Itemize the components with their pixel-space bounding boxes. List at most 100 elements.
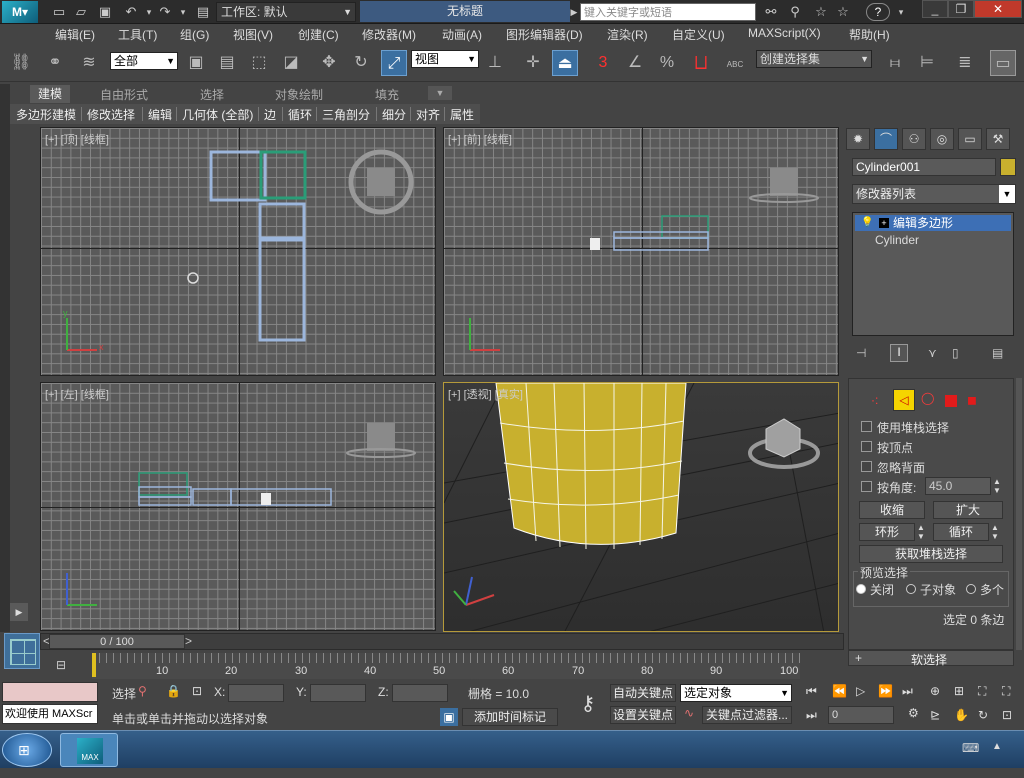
menu-rendering[interactable]: 渲染(R) — [607, 26, 648, 43]
tab-motion[interactable]: ◎ — [930, 128, 954, 150]
close-button[interactable]: ✕ — [974, 0, 1022, 18]
spinner-snap-icon[interactable]: ⨆ — [688, 50, 714, 76]
align-icon[interactable]: ⊨ — [914, 50, 940, 76]
loop-spinner-icon[interactable]: ▲ ▼ — [991, 523, 1003, 541]
soft-selection-rollout[interactable]: + 软选择 — [848, 650, 1014, 667]
play-icon[interactable]: ▷ — [856, 684, 865, 698]
ribbon-poly-modeling[interactable]: 多边形建模 — [16, 106, 76, 123]
auto-key-button[interactable]: 自动关键点 — [610, 684, 676, 702]
tab-object-paint[interactable]: 对象绘制 — [275, 86, 323, 103]
ribbon-geometry-all[interactable]: 几何体 (全部) — [182, 106, 253, 123]
ribbon-subdivision[interactable]: 细分 — [382, 106, 406, 123]
tab-modeling[interactable]: 建模 — [30, 85, 71, 103]
edge-mode-icon[interactable]: ◁ — [893, 389, 915, 411]
named-selection-set-dropdown[interactable]: 创建选择集 ▼ — [756, 50, 872, 68]
taskbar-3dsmax[interactable]: MAX — [60, 733, 118, 767]
menu-graph-editors[interactable]: 图形编辑器(D) — [506, 26, 583, 43]
preview-subobj-radio[interactable] — [906, 584, 916, 594]
lightbulb-icon[interactable]: 💡 — [861, 215, 873, 231]
undo-icon[interactable]: ↶ — [122, 3, 140, 21]
modifier-list-dropdown[interactable]: 修改器列表 ▼ — [852, 184, 1016, 204]
selection-filter-dropdown[interactable]: 全部 ▼ — [110, 52, 178, 70]
grow-button[interactable]: 扩大 — [933, 501, 1003, 519]
menu-maxscript[interactable]: MAXScript(X) — [748, 26, 821, 40]
tab-populate[interactable]: 填充 — [375, 86, 399, 103]
key-filters-icon[interactable]: ∿ — [684, 706, 694, 720]
project-folder-icon[interactable]: ▤ — [194, 3, 212, 21]
new-file-icon[interactable]: ▭ — [50, 3, 68, 21]
menu-help[interactable]: 帮助(H) — [849, 26, 890, 43]
border-mode-icon[interactable]: ◯ — [921, 391, 934, 405]
show-end-result-icon[interactable]: I — [890, 344, 908, 362]
viewport-left[interactable]: [+] [左] [线框] — [40, 382, 436, 631]
viewcube-face[interactable] — [367, 423, 395, 451]
zoom-extents-icon[interactable]: ⛶ — [978, 684, 986, 699]
viewport-perspective[interactable]: [+] [透视] [真实] — [443, 382, 839, 632]
snaps-toggle-icon[interactable]: 3 — [590, 50, 616, 76]
make-unique-icon[interactable]: ⋎ — [928, 346, 937, 360]
edit-named-selection-icon[interactable]: ABC — [722, 50, 748, 76]
set-key-button[interactable]: 设置关键点 — [610, 706, 676, 724]
spinner-arrows-icon[interactable]: ▲ ▼ — [993, 477, 1003, 495]
current-frame-field[interactable]: 0 — [828, 706, 894, 724]
rect-selection-icon[interactable]: ⬚ — [246, 50, 272, 76]
unlink-icon[interactable]: ⚭ — [42, 50, 68, 76]
key-mode-toggle-icon[interactable]: ⏭ — [806, 708, 817, 723]
tab-display[interactable]: ▭ — [958, 128, 982, 150]
pivot-center-icon[interactable]: ⊥ — [482, 50, 508, 76]
tab-create[interactable]: ✹ — [846, 128, 870, 150]
orbit-icon[interactable]: ↻ — [978, 708, 988, 722]
select-manipulate-icon[interactable]: ✛ — [520, 50, 546, 76]
prev-frame-icon[interactable]: ⏪ — [832, 684, 847, 698]
help-button[interactable]: ? — [866, 3, 890, 21]
time-slider[interactable]: < 0 / 100 > — [40, 633, 844, 650]
get-stack-selection-button[interactable]: 获取堆栈选择 — [859, 545, 1003, 563]
x-coordinate-field[interactable] — [228, 684, 284, 702]
zoom-icon[interactable]: ⊕ — [930, 684, 940, 698]
angle-snap-icon[interactable]: ∠ — [622, 50, 648, 76]
viewport-top[interactable]: [+] [顶] [线框] x y — [40, 127, 436, 376]
key-icon[interactable]: ⚲ — [786, 3, 804, 21]
tab-modify[interactable]: ⌒ — [874, 128, 898, 150]
by-angle-checkbox[interactable] — [861, 481, 872, 492]
open-file-icon[interactable]: ▱ — [72, 3, 90, 21]
menu-views[interactable]: 视图(V) — [233, 26, 273, 43]
loop-button[interactable]: 循环 — [933, 523, 989, 541]
lock-selection-icon[interactable]: 🔒 — [166, 684, 181, 698]
time-tag-icon[interactable]: ▣ — [440, 708, 458, 726]
window-crossing-icon[interactable]: ◪ — [278, 50, 304, 76]
absolute-mode-icon[interactable]: ⊡ — [192, 684, 202, 698]
tab-utilities[interactable]: ⚒ — [986, 128, 1010, 150]
cylinder-body[interactable] — [495, 383, 687, 545]
remove-modifier-icon[interactable]: ▯ — [952, 346, 959, 360]
ring-button[interactable]: 环形 — [859, 523, 915, 541]
menu-create[interactable]: 创建(C) — [298, 26, 339, 43]
viewcube-face[interactable] — [770, 168, 798, 196]
viewport-front[interactable]: [+] [前] [线框] — [443, 127, 839, 376]
help-dropdown-icon[interactable]: ▾ — [892, 3, 910, 21]
key-mode-icon[interactable]: ⚷ — [568, 684, 608, 724]
preview-off-radio[interactable] — [856, 584, 866, 594]
menu-edit[interactable]: 编辑(E) — [55, 26, 95, 43]
time-configuration-icon[interactable]: ⚙ — [908, 706, 919, 720]
tray-expand-icon[interactable]: ▲ — [992, 741, 1002, 752]
binoculars-icon[interactable]: ⚯ — [762, 3, 780, 21]
pan-icon[interactable]: ✋ — [954, 708, 969, 722]
star-fav-icon[interactable]: ☆ — [834, 3, 852, 21]
keyboard-shortcut-override-icon[interactable]: ⏏ — [552, 50, 578, 76]
ribbon-toggle-icon[interactable]: ▭ — [990, 50, 1016, 76]
pin-stack-icon[interactable]: ⊣ — [856, 346, 866, 360]
maxscript-output[interactable]: 欢迎使用 MAXScr — [2, 704, 98, 724]
mirror-icon[interactable]: ⧦ — [882, 50, 908, 76]
reference-coordinate-dropdown[interactable]: 视图 ▼ — [411, 50, 479, 68]
next-frame-icon[interactable]: ⏩ — [878, 684, 893, 698]
start-button[interactable]: ⊞ — [2, 733, 52, 767]
element-mode-icon[interactable]: ◼ — [967, 393, 977, 407]
panel-scrollbar[interactable] — [1016, 378, 1022, 650]
menu-tools[interactable]: 工具(T) — [118, 26, 157, 43]
search-input[interactable]: 键入关键字或短语 — [580, 3, 756, 21]
ribbon-tris[interactable]: 三角剖分 — [322, 106, 370, 123]
keyboard-tray-icon[interactable]: ⌨ — [962, 741, 979, 755]
menu-customize[interactable]: 自定义(U) — [672, 26, 725, 43]
stack-item-edit-poly[interactable]: 💡 + 编辑多边形 — [855, 215, 1011, 231]
